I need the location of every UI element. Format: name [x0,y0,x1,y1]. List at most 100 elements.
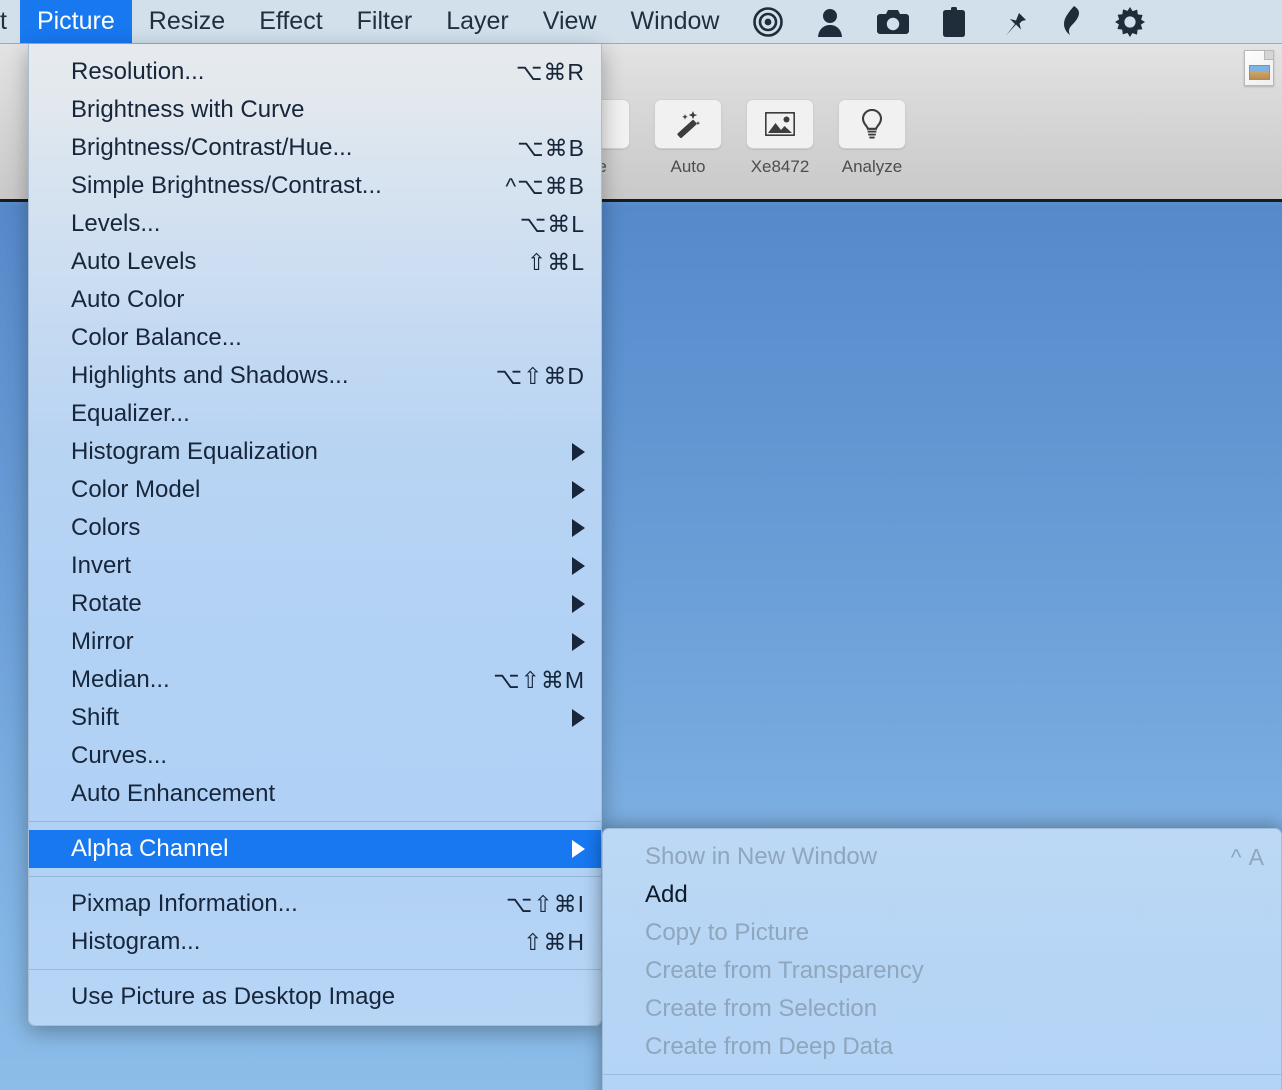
submenu-item-label: Copy to Picture [645,919,810,946]
menu-item-median[interactable]: Median... ⌥⇧⌘M [29,661,601,699]
menu-item-alpha-channel[interactable]: Alpha Channel [29,830,601,868]
target-icon[interactable] [736,0,800,43]
toolbar-button-auto[interactable]: Auto [652,99,724,177]
document-fold [1264,51,1273,60]
submenu-arrow-icon [572,519,585,537]
menu-item-use-picture-as-desktop-image[interactable]: Use Picture as Desktop Image [29,978,601,1016]
menu-item-brightness-contrast-hue[interactable]: Brightness/Contrast/Hue... ⌥⌘B [29,129,601,167]
menu-item-colors[interactable]: Colors [29,509,601,547]
menu-item-label: Auto Levels [71,248,197,275]
submenu-overflow-area [603,1083,1281,1090]
menu-item-equalizer[interactable]: Equalizer... [29,395,601,433]
submenu-item-show-in-new-window: Show in New Window ^ A [603,838,1281,876]
menu-item-mirror[interactable]: Mirror [29,623,601,661]
menu-bar-item-effect[interactable]: Effect [242,0,339,43]
submenu-item-add[interactable]: Add [603,876,1281,914]
menu-item-label: Curves... [71,742,168,769]
menu-bar-item-label: Picture [36,7,115,35]
screen: izeAutoXe8472Analyze tPictureResizeEffec… [0,0,1282,1090]
menu-item-histogram-equalization[interactable]: Histogram Equalization [29,433,601,471]
menu-item-label: Resolution... [71,58,205,85]
menu-item-shortcut: ^⌥⌘B [505,172,585,199]
menu-item-auto-color[interactable]: Auto Color [29,281,601,319]
menu-item-label: Color Balance... [71,324,242,351]
pushpin-icon[interactable] [982,0,1044,43]
menu-item-levels[interactable]: Levels... ⌥⌘L [29,205,601,243]
menu-bar-item-window[interactable]: Window [614,0,737,43]
submenu-item-create-from-deep-data: Create from Deep Data [603,1028,1281,1066]
menu-item-invert[interactable]: Invert [29,547,601,585]
menu-bar-item-layer[interactable]: Layer [429,0,526,43]
menu-item-shortcut: ⌥⇧⌘D [495,362,585,389]
menu-separator [29,969,601,970]
submenu-arrow-icon [572,595,585,613]
menu-bar-item-label: Resize [148,7,226,35]
menu-bar-item-filter[interactable]: Filter [340,0,430,43]
menu-bar-item-label: t [0,7,7,35]
toolbar-button-label: Auto [670,157,706,176]
menu-item-highlights-and-shadows[interactable]: Highlights and Shadows... ⌥⇧⌘D [29,357,601,395]
menu-item-shortcut: ⇧⌘H [523,928,585,955]
menu-bar-item-label: Filter [356,7,413,35]
person-icon[interactable] [800,0,860,43]
menu-bar-item-picture[interactable]: Picture [19,0,132,43]
menu-item-shortcut: ⌥⌘R [515,58,585,85]
menu-item-pixmap-information[interactable]: Pixmap Information... ⌥⇧⌘I [29,885,601,923]
camera-icon[interactable] [860,0,926,43]
submenu-separator [603,1074,1281,1075]
menu-item-color-model[interactable]: Color Model [29,471,601,509]
menu-item-label: Brightness with Curve [71,96,305,123]
menu-bar-item-resize[interactable]: Resize [132,0,242,43]
submenu-arrow-icon [572,709,585,727]
menu-item-resolution[interactable]: Resolution... ⌥⌘R [29,53,601,91]
menu-item-shortcut: ⌥⌘L [519,210,585,237]
picture-menu-dropdown: Resolution... ⌥⌘R Brightness with Curve Bri… [28,44,602,1026]
menu-item-simple-brightness-contrast[interactable]: Simple Brightness/Contrast... ^⌥⌘B [29,167,601,205]
submenu-item-label: Create from Transparency [645,957,924,984]
leaf-icon[interactable] [1044,0,1098,43]
menu-item-auto-enhancement[interactable]: Auto Enhancement [29,775,601,813]
menu-separator [29,821,601,822]
menu-item-shift[interactable]: Shift [29,699,601,737]
toolbar-button-group: izeAutoXe8472Analyze [560,99,908,177]
menu-item-label: Levels... [71,210,161,237]
menu-bar-item-label: Window [630,7,720,35]
menu-bar: t Picture Resize Effect Filter Layer View Windo… [0,0,1282,44]
toolbar-button-label: Analyze [841,157,903,176]
menu-item-label: Equalizer... [71,400,190,427]
document-thumbnail-icon[interactable] [1244,50,1274,86]
menu-bar-item-label: Layer [446,7,509,35]
submenu-arrow-icon [572,633,585,651]
menu-item-label: Mirror [71,628,134,655]
menu-item-label: Pixmap Information... [71,890,298,917]
menu-item-label: Invert [71,552,132,579]
magic-wand-icon [654,99,722,149]
menu-bar-item-t[interactable]: t [0,0,20,43]
menu-item-auto-levels[interactable]: Auto Levels ⇧⌘L [29,243,601,281]
gear-icon[interactable] [1098,0,1162,43]
submenu-arrow-icon [572,557,585,575]
menu-bar-item-label: View [542,7,597,35]
submenu-item-label: Create from Deep Data [645,1033,894,1060]
menu-item-brightness-with-curve[interactable]: Brightness with Curve [29,91,601,129]
menu-item-histogram[interactable]: Histogram... ⇧⌘H [29,923,601,961]
menu-item-label: Alpha Channel [71,835,229,862]
clipboard-icon[interactable] [926,0,982,43]
submenu-item-label: Show in New Window [645,843,878,870]
menu-bar-status-icons [736,0,1162,43]
submenu-arrow-icon [572,481,585,499]
menu-item-label: Highlights and Shadows... [71,362,349,389]
menu-item-label: Auto Enhancement [71,780,276,807]
lightbulb-icon [838,99,906,149]
menu-item-curves[interactable]: Curves... [29,737,601,775]
menu-item-label: Histogram Equalization [71,438,318,465]
toolbar-button-xe8472[interactable]: Xe8472 [744,99,816,177]
menu-bar-item-view[interactable]: View [526,0,614,43]
menu-item-shortcut: ⌥⇧⌘M [493,666,585,693]
menu-separator [29,876,601,877]
submenu-item-shortcut: ^ A [1230,843,1265,870]
toolbar-button-analyze[interactable]: Analyze [836,99,908,177]
picture-icon [746,99,814,149]
menu-item-rotate[interactable]: Rotate [29,585,601,623]
menu-item-color-balance[interactable]: Color Balance... [29,319,601,357]
